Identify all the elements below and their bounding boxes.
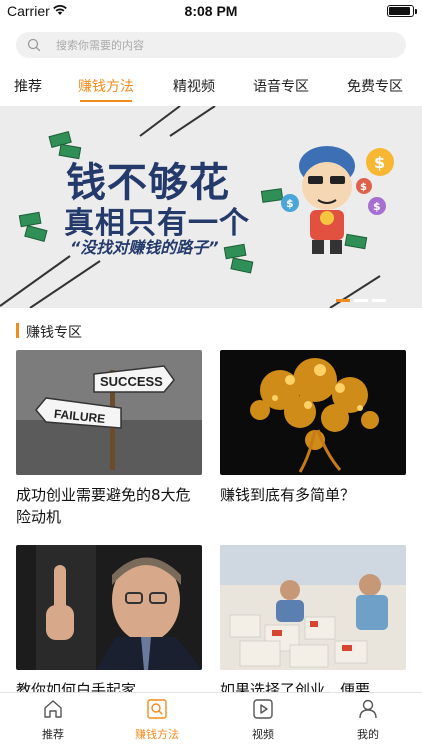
success-sign-text: SUCCESS — [100, 374, 163, 389]
search-icon — [27, 38, 41, 52]
pager-dot[interactable] — [354, 299, 368, 302]
svg-text:$: $ — [360, 182, 367, 193]
status-bar: Carrier 8:08 PM — [0, 0, 422, 24]
pager-dot[interactable] — [372, 299, 386, 302]
tab-recommend[interactable]: 推荐 — [14, 76, 42, 96]
banner-carousel[interactable]: $ $ $ $ 钱不够花 真相只有一个 “没找对赚钱的路子” — [0, 106, 422, 308]
search-input[interactable]: 搜索你需要的内容 — [56, 37, 144, 53]
tab-make-money[interactable]: 赚钱方法 — [78, 76, 134, 96]
home-icon — [44, 700, 62, 718]
category-tabs: 推荐 赚钱方法 精视频 语音专区 免费专区 — [0, 66, 422, 106]
svg-text:$: $ — [374, 153, 385, 172]
section-accent-bar — [16, 323, 19, 338]
bottom-tab-bar: 推荐 赚钱方法 视频 我的 — [0, 692, 422, 750]
tabbar-item-me[interactable]: 我的 — [333, 699, 403, 742]
tabbar-label: 赚钱方法 — [135, 728, 179, 741]
article-title[interactable]: 赚钱到底有多简单？ — [220, 484, 406, 506]
article-thumbnail[interactable] — [220, 350, 406, 475]
clock: 8:08 PM — [184, 3, 238, 19]
svg-text:$: $ — [373, 200, 381, 213]
tabbar-item-make-money[interactable]: 赚钱方法 — [122, 699, 192, 742]
search-bar[interactable]: 搜索你需要的内容 — [16, 32, 406, 58]
tabbar-item-video[interactable]: 视频 — [228, 699, 298, 742]
active-tab-indicator — [80, 100, 132, 102]
tab-free[interactable]: 免费专区 — [347, 76, 403, 96]
svg-text:$: $ — [286, 197, 294, 210]
article-thumbnail[interactable] — [16, 545, 202, 670]
article-title[interactable]: 成功创业需要避免的8大危险动机 — [16, 484, 202, 528]
article-card[interactable]: 教你如何白手起家 — [16, 545, 202, 701]
search-doc-icon — [147, 699, 167, 719]
article-card[interactable]: 如果选择了创业，便要 — [220, 545, 406, 701]
tabbar-label: 视频 — [252, 728, 274, 741]
tabbar-item-home[interactable]: 推荐 — [18, 699, 88, 742]
article-thumbnail[interactable] — [220, 545, 406, 670]
pager-dot[interactable] — [336, 299, 350, 302]
article-thumbnail[interactable]: SUCCESS FAILURE — [16, 350, 202, 475]
article-card[interactable]: 赚钱到底有多简单？ — [220, 350, 406, 506]
carousel-pager[interactable] — [336, 299, 386, 302]
person-icon — [359, 699, 377, 719]
tabbar-label: 我的 — [357, 728, 379, 741]
tab-featured-video[interactable]: 精视频 — [173, 76, 215, 96]
tabbar-label: 推荐 — [42, 728, 64, 741]
play-icon — [253, 699, 273, 719]
article-card[interactable]: SUCCESS FAILURE 成功创业需要避免的8大危险动机 — [16, 350, 202, 528]
battery-icon — [387, 5, 417, 17]
section-title: 赚钱专区 — [26, 325, 82, 341]
tab-audio[interactable]: 语音专区 — [253, 76, 309, 96]
banner-tagline: “没找对赚钱的路子” — [70, 238, 219, 257]
